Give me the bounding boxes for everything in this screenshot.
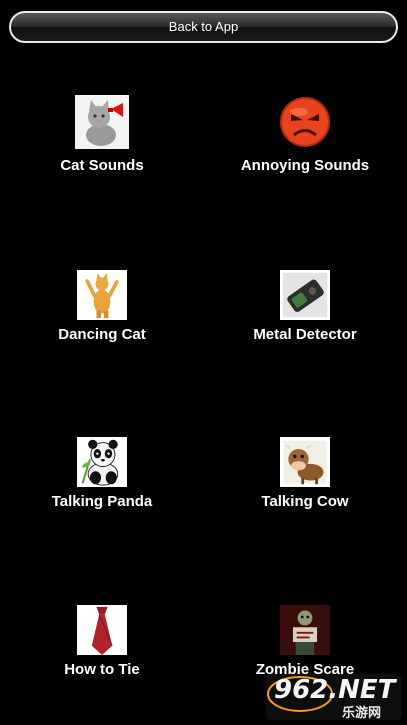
watermark-main-text: 962.NET <box>274 675 396 705</box>
tile-dancing-cat[interactable]: Dancing Cat <box>0 270 204 380</box>
metal-detector-icon <box>280 270 330 320</box>
tile-how-to-tie[interactable]: How to Tie <box>0 605 204 715</box>
panda-icon <box>77 437 127 487</box>
watermark-logo: 962.NET 乐游网 <box>266 674 402 721</box>
tile-label: How to Tie <box>64 661 140 678</box>
tile-label: Metal Detector <box>253 326 357 343</box>
tile-label: Talking Panda <box>51 493 153 510</box>
cat-icon <box>75 95 129 149</box>
zombie-icon <box>280 605 330 655</box>
dancing-cat-icon <box>77 270 127 320</box>
tile-label: Talking Cow <box>261 493 349 510</box>
tile-talking-panda[interactable]: Talking Panda <box>0 437 204 547</box>
tile-metal-detector[interactable]: Metal Detector <box>203 270 407 380</box>
back-to-app-button[interactable]: Back to App <box>9 11 398 43</box>
tile-cat-sounds[interactable]: Cat Sounds <box>0 95 204 205</box>
tile-label: Cat Sounds <box>60 157 144 174</box>
cow-icon <box>280 437 330 487</box>
watermark-sub-text: 乐游网 <box>342 706 382 721</box>
tile-annoying-sounds[interactable]: Annoying Sounds <box>203 95 407 205</box>
tile-talking-cow[interactable]: Talking Cow <box>203 437 407 547</box>
tile-label: Annoying Sounds <box>240 157 370 174</box>
tile-label: Dancing Cat <box>58 326 146 343</box>
necktie-icon <box>77 605 127 655</box>
angry-face-icon <box>278 95 332 149</box>
